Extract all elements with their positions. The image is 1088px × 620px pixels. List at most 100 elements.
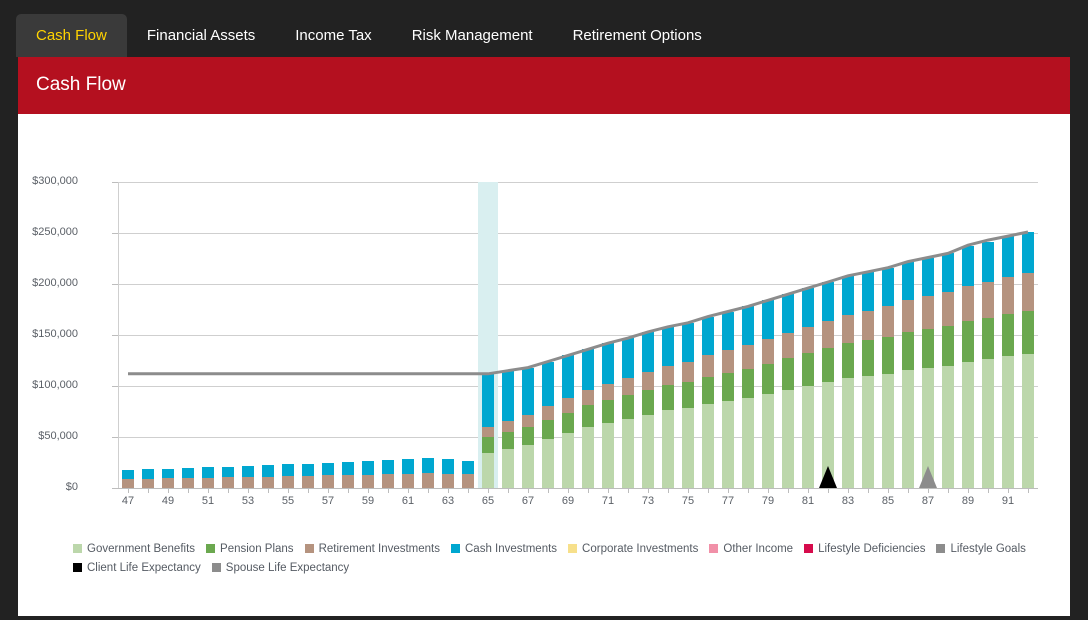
legend-item-spouse-life-expectancy[interactable]: Spouse Life Expectancy <box>211 559 350 576</box>
x-axis-tick <box>568 488 569 493</box>
x-axis-tick <box>148 488 149 493</box>
x-axis-label: 69 <box>561 495 575 507</box>
x-axis-tick <box>328 488 329 493</box>
legend-item-lifestyle-goals[interactable]: Lifestyle Goals <box>936 540 1026 557</box>
legend-item-other-income[interactable]: Other Income <box>709 540 793 557</box>
x-axis-label: 53 <box>241 495 255 507</box>
x-axis-label: 49 <box>161 495 175 507</box>
legend-row: Client Life Expectancy Spouse Life Expect… <box>73 559 1063 576</box>
x-axis-tick <box>168 488 169 493</box>
x-axis-label: 75 <box>681 495 695 507</box>
legend-swatch-icon <box>709 544 719 553</box>
x-axis-tick <box>828 488 829 493</box>
x-axis-tick <box>608 488 609 493</box>
x-axis-tick <box>408 488 409 493</box>
legend-swatch-icon <box>304 544 314 553</box>
legend-swatch-icon <box>73 563 82 572</box>
legend-label: Lifestyle Goals <box>950 543 1026 555</box>
x-axis-tick <box>848 488 849 493</box>
y-axis-label: $0 <box>65 481 78 493</box>
x-axis-tick <box>188 488 189 493</box>
x-axis-label: 65 <box>481 495 495 507</box>
y-axis-label: $50,000 <box>38 430 78 442</box>
x-axis-tick <box>728 488 729 493</box>
legend-label: Pension Plans <box>220 543 294 555</box>
legend-label: Lifestyle Deficiencies <box>818 543 926 555</box>
x-axis-tick <box>888 488 889 493</box>
y-axis-label: $100,000 <box>32 379 78 391</box>
x-axis-tick <box>788 488 789 493</box>
legend-label: Retirement Investments <box>318 543 440 555</box>
legend-item-lifestyle-deficiencies[interactable]: Lifestyle Deficiencies <box>804 540 925 557</box>
x-axis-tick <box>668 488 669 493</box>
cash-flow-chart: $0 $50,000 $100,000 $150,000 $200,000 $250,00… <box>18 114 1070 616</box>
legend-label: Government Benefits <box>87 543 196 555</box>
legend-swatch-icon <box>206 544 216 553</box>
legend-item-client-life-expectancy[interactable]: Client Life Expectancy <box>73 559 201 576</box>
legend-swatch-icon <box>804 544 814 553</box>
x-axis-tick <box>948 488 949 493</box>
legend-item-government-benefits[interactable]: Government Benefits <box>73 540 195 557</box>
x-axis-tick <box>908 488 909 493</box>
x-axis-tick <box>968 488 969 493</box>
y-axis-label: $250,000 <box>32 226 78 238</box>
lifestyle-goals-line <box>128 230 1029 376</box>
legend-label: Spouse Life Expectancy <box>225 562 350 574</box>
legend-item-cash-investments[interactable]: Cash Investments <box>451 540 557 557</box>
x-axis-tick <box>988 488 989 493</box>
x-axis-label: 55 <box>281 495 295 507</box>
legend-item-corporate-investments[interactable]: Corporate Investments <box>568 540 698 557</box>
x-axis-label: 73 <box>641 495 655 507</box>
x-axis-tick <box>468 488 469 493</box>
x-axis-label: 85 <box>881 495 895 507</box>
x-axis-tick <box>288 488 289 493</box>
x-axis-label: 87 <box>921 495 935 507</box>
x-axis-label: 81 <box>801 495 815 507</box>
x-axis-label: 77 <box>721 495 735 507</box>
x-axis-label: 89 <box>961 495 975 507</box>
app-window: Cash Flow Financial Assets Income Tax Risk … <box>0 0 1088 620</box>
tab-cash-flow[interactable]: Cash Flow <box>16 14 127 57</box>
x-axis-label: 79 <box>761 495 775 507</box>
legend-swatch-icon <box>73 544 82 553</box>
x-axis-label: 63 <box>441 495 455 507</box>
x-axis-tick <box>428 488 429 493</box>
x-axis-tick <box>308 488 309 493</box>
x-axis-tick <box>588 488 589 493</box>
x-axis-label: 47 <box>121 495 135 507</box>
x-axis-tick <box>488 488 489 493</box>
content-panel: $0 $50,000 $100,000 $150,000 $200,000 $250,00… <box>18 114 1070 616</box>
legend-swatch-icon <box>936 544 946 553</box>
tab-income-tax[interactable]: Income Tax <box>275 14 391 57</box>
x-axis-tick <box>868 488 869 493</box>
y-axis-label: $200,000 <box>32 277 78 289</box>
legend-row: Government Benefits Pension Plans Retireme… <box>73 540 1063 557</box>
legend-item-retirement-investments[interactable]: Retirement Investments <box>304 540 440 557</box>
legend-label: Cash Investments <box>465 543 558 555</box>
x-axis-label: 71 <box>601 495 615 507</box>
x-axis-tick <box>628 488 629 493</box>
tab-financial-assets[interactable]: Financial Assets <box>127 14 275 57</box>
x-axis-tick <box>388 488 389 493</box>
x-axis-tick <box>1008 488 1009 493</box>
tab-risk-management[interactable]: Risk Management <box>392 14 553 57</box>
legend-item-pension-plans[interactable]: Pension Plans <box>206 540 294 557</box>
x-axis-tick <box>648 488 649 493</box>
chart-legend: Government Benefits Pension Plans Retireme… <box>73 540 1063 578</box>
x-axis-tick <box>528 488 529 493</box>
client-life-expectancy-marker <box>819 466 837 488</box>
x-axis-tick <box>208 488 209 493</box>
x-axis-tick <box>1028 488 1029 493</box>
legend-swatch-icon <box>451 544 460 553</box>
x-axis-tick <box>128 488 129 493</box>
page-header: Cash Flow <box>18 57 1070 114</box>
plot-area: $0 $50,000 $100,000 $150,000 $200,000 $250,00… <box>32 175 1038 507</box>
tab-retirement-options[interactable]: Retirement Options <box>553 14 722 57</box>
x-axis-label: 91 <box>1001 495 1015 507</box>
x-axis-tick <box>248 488 249 493</box>
x-axis-label: 57 <box>321 495 335 507</box>
x-axis-tick <box>748 488 749 493</box>
x-axis-tick <box>548 488 549 493</box>
y-axis-label: $150,000 <box>32 328 78 340</box>
x-axis-tick <box>928 488 929 493</box>
